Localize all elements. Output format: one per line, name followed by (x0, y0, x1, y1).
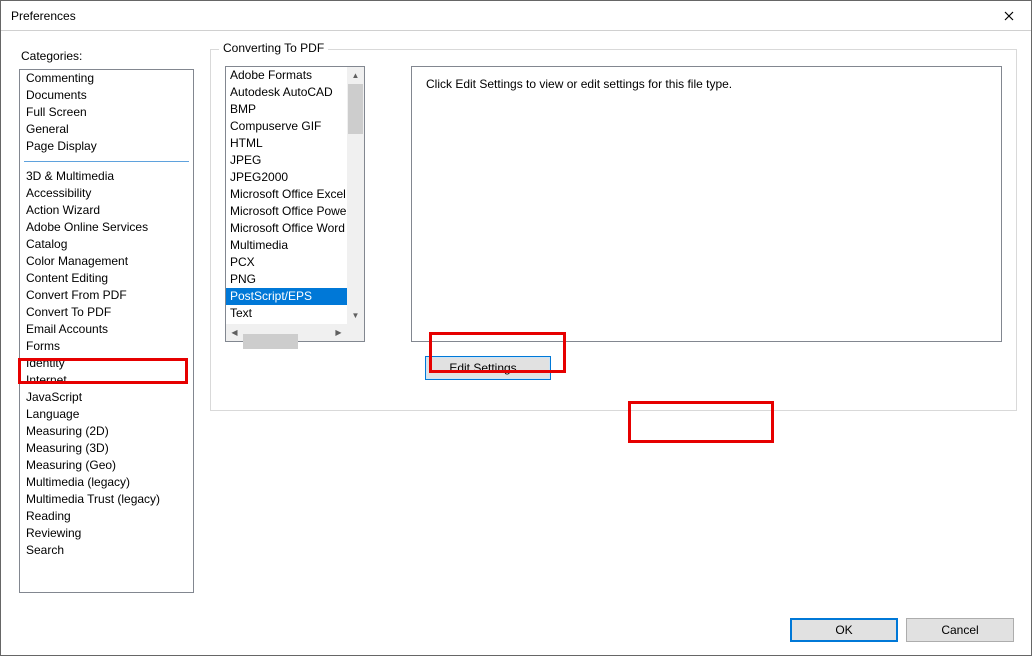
category-item[interactable]: Forms (20, 338, 193, 355)
format-item[interactable]: PNG (226, 271, 347, 288)
category-item[interactable]: Email Accounts (20, 321, 193, 338)
format-item[interactable]: Text (226, 305, 347, 322)
categories-column: Categories: Commenting Documents Full Sc… (19, 41, 194, 645)
format-item[interactable]: Adobe Formats (226, 67, 347, 84)
instruction-text: Click Edit Settings to view or edit sett… (426, 77, 732, 91)
category-item[interactable]: Multimedia (legacy) (20, 474, 193, 491)
scrollbar-corner (347, 324, 364, 341)
format-item[interactable]: HTML (226, 135, 347, 152)
category-item[interactable]: General (20, 121, 193, 138)
close-button[interactable] (986, 1, 1031, 31)
scrollbar-thumb[interactable] (348, 84, 363, 134)
category-item[interactable]: Measuring (2D) (20, 423, 193, 440)
category-item[interactable]: Identity (20, 355, 193, 372)
cancel-button[interactable]: Cancel (906, 618, 1014, 642)
format-listbox[interactable]: Adobe Formats Autodesk AutoCAD BMP Compu… (226, 67, 347, 324)
category-item[interactable]: Color Management (20, 253, 193, 270)
category-item[interactable]: Action Wizard (20, 202, 193, 219)
format-item[interactable]: PCX (226, 254, 347, 271)
category-item[interactable]: Convert From PDF (20, 287, 193, 304)
dialog-content: Categories: Commenting Documents Full Sc… (1, 31, 1031, 655)
format-item[interactable]: Autodesk AutoCAD (226, 84, 347, 101)
cancel-label: Cancel (941, 623, 978, 637)
categories-listbox[interactable]: Commenting Documents Full Screen General… (19, 69, 194, 593)
group-label: Converting To PDF (219, 41, 328, 55)
preferences-dialog: Preferences Categories: Commenting Docum… (0, 0, 1032, 656)
category-item[interactable]: Search (20, 542, 193, 559)
categories-label: Categories: (21, 49, 194, 63)
category-item[interactable]: 3D & Multimedia (20, 168, 193, 185)
category-item[interactable]: Measuring (3D) (20, 440, 193, 457)
close-icon (1004, 11, 1014, 21)
category-item-selected[interactable]: Convert To PDF (20, 304, 193, 321)
dialog-buttons: OK Cancel (790, 618, 1014, 642)
format-item[interactable]: BMP (226, 101, 347, 118)
category-item[interactable]: JavaScript (20, 389, 193, 406)
ok-button[interactable]: OK (790, 618, 898, 642)
category-item[interactable]: Measuring (Geo) (20, 457, 193, 474)
window-title: Preferences (11, 9, 76, 23)
horizontal-scrollbar[interactable]: ◀ ▶ (226, 324, 364, 341)
category-item[interactable]: Adobe Online Services (20, 219, 193, 236)
category-item[interactable]: Reviewing (20, 525, 193, 542)
category-item[interactable]: Accessibility (20, 185, 193, 202)
category-item[interactable]: Page Display (20, 138, 193, 155)
format-item[interactable]: Multimedia (226, 237, 347, 254)
converting-group: Converting To PDF Adobe Formats Autodesk… (210, 49, 1017, 411)
vertical-scrollbar[interactable]: ▲ ▼ (347, 67, 364, 324)
scrollbar-thumb[interactable] (243, 334, 298, 349)
format-item[interactable]: Microsoft Office PowerPoint (226, 203, 347, 220)
format-item[interactable]: JPEG2000 (226, 169, 347, 186)
category-item[interactable]: Full Screen (20, 104, 193, 121)
instruction-panel: Click Edit Settings to view or edit sett… (411, 66, 1002, 342)
category-item[interactable]: Commenting (20, 70, 193, 87)
scroll-left-icon[interactable]: ◀ (226, 324, 243, 341)
category-item[interactable]: Language (20, 406, 193, 423)
category-item[interactable]: Reading (20, 508, 193, 525)
scroll-right-icon[interactable]: ▶ (330, 324, 347, 341)
scroll-down-icon[interactable]: ▼ (347, 307, 364, 324)
edit-settings-label: Edit Settings... (449, 361, 526, 375)
format-item[interactable]: Microsoft Office Excel (226, 186, 347, 203)
scroll-up-icon[interactable]: ▲ (347, 67, 364, 84)
category-item[interactable]: Content Editing (20, 270, 193, 287)
edit-settings-button[interactable]: Edit Settings... (425, 356, 551, 380)
format-item[interactable]: Microsoft Office Word (226, 220, 347, 237)
ok-label: OK (835, 623, 852, 637)
category-separator (24, 161, 189, 162)
category-item[interactable]: Catalog (20, 236, 193, 253)
format-list-container: Adobe Formats Autodesk AutoCAD BMP Compu… (225, 66, 365, 342)
settings-panel: Converting To PDF Adobe Formats Autodesk… (210, 41, 1017, 645)
format-item[interactable]: Compuserve GIF (226, 118, 347, 135)
category-item[interactable]: Multimedia Trust (legacy) (20, 491, 193, 508)
category-item[interactable]: Internet (20, 372, 193, 389)
format-item[interactable]: JPEG (226, 152, 347, 169)
format-item-selected[interactable]: PostScript/EPS (226, 288, 347, 305)
titlebar: Preferences (1, 1, 1031, 31)
category-item[interactable]: Documents (20, 87, 193, 104)
